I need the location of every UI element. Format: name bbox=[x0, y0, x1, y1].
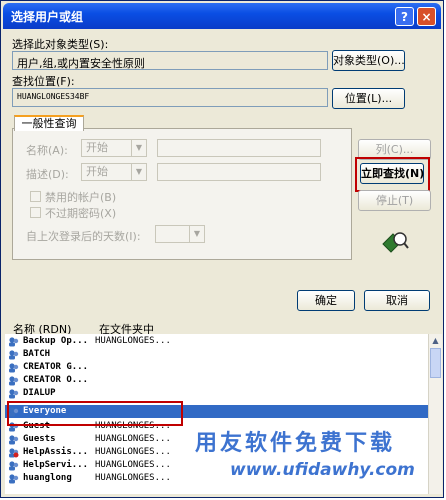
window-title: 选择用户或组 bbox=[11, 10, 84, 24]
stop-button[interactable]: 停止(T) bbox=[358, 190, 431, 211]
name-input[interactable] bbox=[157, 139, 321, 157]
row-folder: HUANGLONGES... bbox=[95, 473, 171, 483]
object-type-field: 用户,组,或内置安全性原则 bbox=[12, 51, 328, 70]
list-item[interactable]: Backup Op... HUANGLONGES... bbox=[5, 335, 428, 348]
chevron-down-icon: ▼ bbox=[189, 226, 204, 242]
locations-button[interactable]: 位置(L)... bbox=[332, 88, 405, 109]
description-input[interactable] bbox=[157, 163, 321, 181]
group-icon bbox=[8, 375, 19, 386]
group-icon bbox=[8, 362, 19, 373]
ok-button[interactable]: 确定 bbox=[297, 290, 355, 311]
row-name: Backup Op... bbox=[23, 336, 89, 346]
location-label: 查找位置(F): bbox=[12, 75, 75, 88]
non-expiring-checkbox[interactable] bbox=[30, 207, 41, 218]
row-folder: HUANGLONGES... bbox=[95, 434, 171, 444]
search-icon bbox=[382, 232, 409, 253]
name-match-combo[interactable]: 开始 ▼ bbox=[81, 139, 147, 157]
scroll-up-icon[interactable]: ▲ bbox=[430, 336, 441, 347]
group-icon bbox=[8, 349, 19, 360]
description-label: 描述(D): bbox=[26, 168, 69, 181]
results-scrollbar[interactable]: ▲ bbox=[428, 334, 442, 494]
disabled-accounts-label: 禁用的帐户(B) bbox=[45, 191, 117, 204]
row-folder: HUANGLONGES... bbox=[95, 336, 171, 346]
row-folder: HUANGLONGES... bbox=[95, 460, 171, 470]
disabled-accounts-checkbox[interactable] bbox=[30, 191, 41, 202]
row-name: HelpServi... bbox=[23, 460, 89, 470]
list-item[interactable]: CREATOR O... bbox=[5, 374, 428, 387]
group-icon bbox=[8, 434, 19, 445]
cancel-button[interactable]: 取消 bbox=[364, 290, 430, 311]
user-icon bbox=[8, 473, 19, 484]
user-disabled-icon bbox=[8, 447, 19, 458]
row-name: huanglong bbox=[23, 473, 72, 483]
object-types-button[interactable]: 对象类型(O)... bbox=[332, 50, 405, 71]
chevron-down-icon: ▼ bbox=[131, 140, 146, 156]
days-since-logon-label: 自上次登录后的天数(I): bbox=[26, 230, 141, 243]
row-folder: HUANGLONGES... bbox=[95, 447, 171, 457]
group-icon bbox=[8, 460, 19, 471]
results-header: 名称 (RDN) 在文件夹中 bbox=[5, 320, 442, 336]
find-now-highlight bbox=[355, 157, 430, 192]
row-name: Guests bbox=[23, 434, 56, 444]
close-button[interactable]: × bbox=[417, 7, 436, 26]
list-item[interactable]: CREATOR G... bbox=[5, 361, 428, 374]
description-match-value: 开始 bbox=[86, 165, 108, 178]
days-since-logon-combo[interactable]: ▼ bbox=[155, 225, 205, 243]
name-label: 名称(A): bbox=[26, 144, 68, 157]
row-name: BATCH bbox=[23, 349, 51, 359]
location-field: HUANGLONGES34BF bbox=[12, 88, 328, 107]
list-item[interactable]: BATCH bbox=[5, 348, 428, 361]
watermark-text: 用友软件免费下载 bbox=[195, 431, 396, 456]
row-name: CREATOR G... bbox=[23, 362, 89, 372]
description-match-combo[interactable]: 开始 ▼ bbox=[81, 163, 147, 181]
title-bar[interactable]: 选择用户或组 ? × bbox=[3, 3, 441, 29]
chevron-down-icon: ▼ bbox=[131, 164, 146, 180]
help-button[interactable]: ? bbox=[395, 7, 414, 26]
row-name: HelpAssis... bbox=[23, 447, 89, 457]
group-icon bbox=[8, 388, 19, 399]
watermark-url: www.ufidawhy.com bbox=[230, 460, 415, 480]
scrollbar-thumb[interactable] bbox=[430, 348, 441, 378]
object-type-label: 选择此对象类型(S): bbox=[12, 38, 109, 51]
name-match-value: 开始 bbox=[86, 141, 108, 154]
row-name: CREATOR O... bbox=[23, 375, 89, 385]
row-name: DIALUP bbox=[23, 388, 56, 398]
list-item[interactable]: DIALUP bbox=[5, 387, 428, 400]
non-expiring-label: 不过期密码(X) bbox=[45, 207, 117, 220]
tab-common-queries[interactable]: 一般性查询 bbox=[14, 115, 84, 131]
everyone-highlight bbox=[7, 401, 183, 426]
group-icon bbox=[8, 336, 19, 347]
